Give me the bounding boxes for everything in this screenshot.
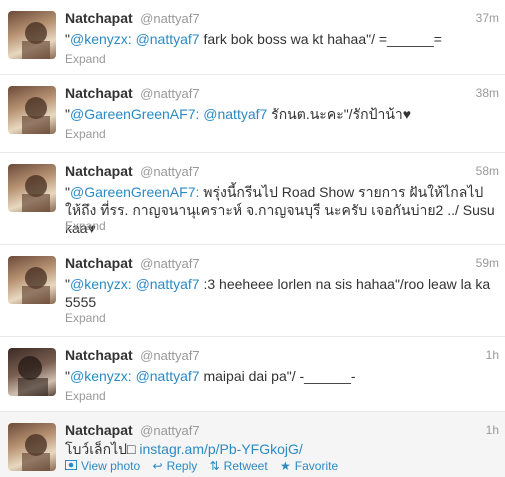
- expand-link[interactable]: Expand: [65, 52, 106, 66]
- avatar[interactable]: [8, 348, 56, 396]
- photo-icon: [65, 459, 77, 473]
- tweet-text: "@kenyzx: @nattyaf7 maipai dai pa"/ -___…: [65, 367, 499, 385]
- tweet-actions: View photo ↩ Reply ⇅ Retweet ★ Favorite: [65, 459, 347, 473]
- tweet-timestamp[interactable]: 58m: [476, 164, 499, 178]
- view-photo-label: View photo: [81, 459, 141, 473]
- retweet-action[interactable]: ⇅ Retweet: [210, 459, 268, 473]
- tweet-timestamp[interactable]: 1h: [486, 348, 499, 362]
- tweet[interactable]: Natchapat @nattyaf7 1h "@kenyzx: @nattya…: [0, 337, 505, 412]
- tweet-username[interactable]: @nattyaf7: [140, 423, 199, 438]
- avatar-photo: [22, 175, 50, 212]
- tweet-fullname[interactable]: Natchapat: [65, 347, 133, 363]
- avatar-photo: [22, 97, 50, 134]
- tweet-header: Natchapat @nattyaf7 1h: [65, 422, 499, 440]
- tweet-body: maipai dai pa"/ -______-: [199, 368, 356, 384]
- tweet[interactable]: Natchapat @nattyaf7 1h โบว์เล็กไป□ insta…: [0, 412, 505, 477]
- tweet-fullname[interactable]: Natchapat: [65, 255, 133, 271]
- avatar[interactable]: [8, 164, 56, 212]
- tweet-body: โบว์เล็กไป□: [65, 441, 140, 457]
- tweet-header: Natchapat @nattyaf7 59m: [65, 255, 499, 273]
- tweet-text: "@kenyzx: @nattyaf7 fark bok boss wa kt …: [65, 30, 499, 48]
- tweet-text: "@GareenGreenAF7: @nattyaf7 รักนต.นะคะ"/…: [65, 105, 499, 123]
- tweet-header: Natchapat @nattyaf7 1h: [65, 347, 499, 365]
- tweet-username[interactable]: @nattyaf7: [140, 11, 199, 26]
- mention-link[interactable]: @kenyzx:: [70, 368, 132, 384]
- mention-link[interactable]: @GareenGreenAF7:: [70, 106, 199, 122]
- tweet-timestamp[interactable]: 59m: [476, 256, 499, 270]
- avatar[interactable]: [8, 86, 56, 134]
- retweet-label: Retweet: [223, 459, 268, 473]
- tweet-fullname[interactable]: Natchapat: [65, 85, 133, 101]
- favorite-action[interactable]: ★ Favorite: [280, 459, 338, 473]
- tweet-fullname[interactable]: Natchapat: [65, 422, 133, 438]
- tweet-username[interactable]: @nattyaf7: [140, 256, 199, 271]
- tweet-username[interactable]: @nattyaf7: [140, 348, 199, 363]
- tweet-text: โบว์เล็กไป□ instagr.am/p/Pb-YFGkojG/: [65, 440, 499, 458]
- view-photo-action[interactable]: View photo: [65, 459, 140, 473]
- expand-link[interactable]: Expand: [65, 311, 106, 325]
- tweet-body: รักนต.นะคะ"/รักป้าน้า♥: [267, 106, 412, 122]
- tweet-fullname[interactable]: Natchapat: [65, 163, 133, 179]
- tweet-text: "@kenyzx: @nattyaf7 :3 heeheee lorlen na…: [65, 275, 499, 311]
- star-icon: ★: [280, 459, 291, 473]
- tweet[interactable]: Natchapat @nattyaf7 37m "@kenyzx: @natty…: [0, 0, 505, 75]
- avatar-photo: [22, 267, 50, 304]
- mention-link[interactable]: @nattyaf7: [136, 276, 200, 292]
- avatar[interactable]: [8, 423, 56, 471]
- mention-link[interactable]: @nattyaf7: [136, 368, 200, 384]
- retweet-icon: ⇅: [209, 459, 220, 473]
- expand-link[interactable]: Expand: [65, 389, 106, 403]
- tweet-body: fark bok boss wa kt hahaa"/ =______=: [199, 31, 442, 47]
- tweet-header: Natchapat @nattyaf7 38m: [65, 85, 499, 103]
- reply-label: Reply: [166, 459, 198, 473]
- reply-icon: ↩: [152, 459, 163, 473]
- mention-link[interactable]: @kenyzx:: [70, 31, 132, 47]
- tweet-timestamp[interactable]: 1h: [486, 423, 499, 437]
- avatar-photo: [22, 22, 50, 59]
- favorite-label: Favorite: [294, 459, 339, 473]
- expand-link[interactable]: Expand: [65, 127, 106, 141]
- tweet-header: Natchapat @nattyaf7 58m: [65, 163, 499, 181]
- avatar[interactable]: [8, 11, 56, 59]
- reply-action[interactable]: ↩ Reply: [153, 459, 198, 473]
- tweet[interactable]: Natchapat @nattyaf7 59m "@kenyzx: @natty…: [0, 245, 505, 337]
- tweet[interactable]: Natchapat @nattyaf7 38m "@GareenGreenAF7…: [0, 75, 505, 153]
- mention-link[interactable]: @kenyzx:: [70, 276, 132, 292]
- tweet-fullname[interactable]: Natchapat: [65, 10, 133, 26]
- tweet-username[interactable]: @nattyaf7: [140, 164, 199, 179]
- avatar[interactable]: [8, 256, 56, 304]
- tweet-timestamp[interactable]: 37m: [476, 11, 499, 25]
- instagram-link[interactable]: instagr.am/p/Pb-YFGkojG/: [139, 441, 302, 457]
- tweet-username[interactable]: @nattyaf7: [140, 86, 199, 101]
- expand-link[interactable]: Expand: [65, 219, 106, 233]
- tweet[interactable]: Natchapat @nattyaf7 58m "@GareenGreenAF7…: [0, 153, 505, 245]
- timeline: Natchapat @nattyaf7 37m "@kenyzx: @natty…: [0, 0, 505, 477]
- tweet-text: "@GareenGreenAF7: พรุ่งนี้กรีนไป Road Sh…: [65, 183, 499, 237]
- mention-link[interactable]: @GareenGreenAF7:: [70, 184, 199, 200]
- avatar-photo: [18, 356, 48, 396]
- avatar-photo: [22, 434, 50, 471]
- tweet-timestamp[interactable]: 38m: [476, 86, 499, 100]
- mention-link[interactable]: @nattyaf7: [136, 31, 200, 47]
- mention-link[interactable]: @nattyaf7: [203, 106, 267, 122]
- tweet-header: Natchapat @nattyaf7 37m: [65, 10, 499, 28]
